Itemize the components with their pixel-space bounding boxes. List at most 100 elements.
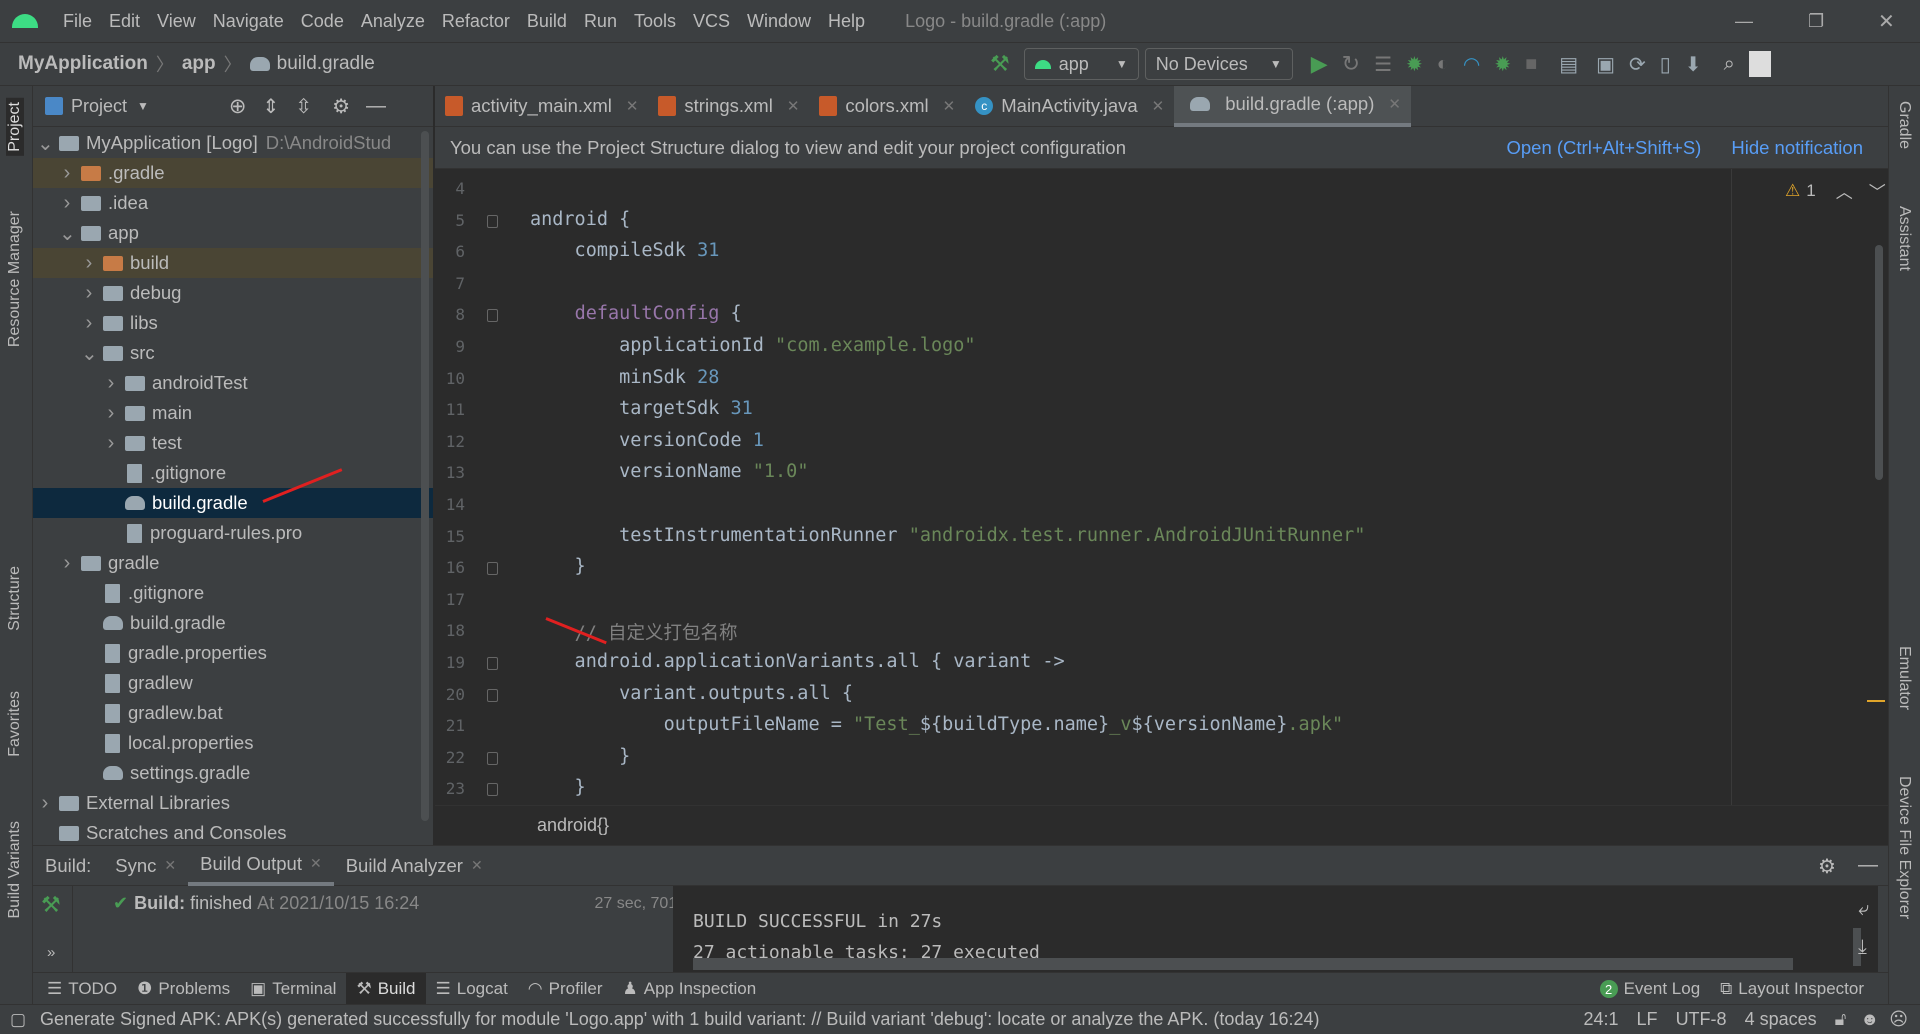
close-button[interactable]: ✕ [1878,9,1895,34]
tree-item[interactable]: build.gradle [33,488,433,518]
stop-icon[interactable]: ■ [1525,53,1537,76]
run-icon[interactable]: ▶ [1311,51,1328,77]
tree-item[interactable]: gradlew [33,668,433,698]
tool-profiler[interactable]: ◠ Profiler [518,973,613,1005]
line-separator[interactable]: LF [1637,1009,1658,1030]
hide-icon[interactable]: — [366,95,386,118]
device-select[interactable]: No Devices ▼ [1144,48,1293,80]
project-structure-icon[interactable]: ▤ [1559,52,1578,77]
menu-navigate[interactable]: Navigate [213,11,284,32]
close-tab-icon[interactable]: ✕ [1152,97,1165,115]
sync-gradle-icon[interactable]: ⟳ [1629,52,1646,77]
chevron-right-icon[interactable]: › [59,552,75,575]
tree-item[interactable]: proguard-rules.pro [33,518,433,548]
stripe-emulator[interactable]: Emulator [1895,646,1913,710]
stripe-build-variants[interactable]: Build Variants [6,821,24,919]
menu-tools[interactable]: Tools [634,11,676,32]
status-message[interactable]: Generate Signed APK: APK(s) generated su… [40,1009,1320,1030]
chevron-right-icon[interactable]: › [37,792,53,815]
menu-vcs[interactable]: VCS [693,11,730,32]
minimize-button[interactable]: — [1735,11,1753,32]
build-tab[interactable]: Sync ✕ [103,846,188,886]
editor-tab[interactable]: strings.xml ✕ [648,86,809,127]
stripe-favorites[interactable]: Favorites [6,691,24,757]
gear-icon[interactable]: ⚙ [1818,854,1836,879]
frown-icon[interactable]: ☹ [1889,1009,1908,1030]
close-tab-icon[interactable]: ✕ [943,97,956,115]
close-tab-icon[interactable]: ✕ [164,857,176,874]
previous-highlight-icon[interactable]: ︿ [1836,178,1853,203]
project-view-select[interactable]: Project [71,96,127,117]
sdk-manager-icon[interactable]: ⬇ [1685,52,1702,77]
hide-icon[interactable]: — [1858,854,1878,877]
chevron-right-icon[interactable]: › [59,192,75,215]
tree-item[interactable]: settings.gradle [33,758,433,788]
stripe-assistant[interactable]: Assistant [1895,206,1913,271]
inspection-widget[interactable]: ⚠ 1 ︿ ﹀ [1785,178,1886,203]
smiley-icon[interactable]: ☻ [1860,1009,1879,1030]
menu-window[interactable]: Window [747,11,811,32]
tool-logcat[interactable]: ☰ Logcat [426,973,518,1005]
chevron-right-icon[interactable]: › [103,432,119,455]
build-tree-item[interactable]: ✔ Build: finished At 2021/10/15 16:24 27… [113,893,703,914]
more-icon[interactable]: » [47,944,55,961]
stripe-resource-manager[interactable]: Resource Manager [6,211,24,347]
stripe-device-file-explorer[interactable]: Device File Explorer [1895,776,1913,919]
menu-help[interactable]: Help [828,11,865,32]
menu-refactor[interactable]: Refactor [442,11,510,32]
editor-tab[interactable]: colors.xml ✕ [809,86,965,127]
menu-analyze[interactable]: Analyze [361,11,425,32]
tree-item[interactable]: ⌄ MyApplication [Logo] D:\AndroidStud [33,128,433,158]
device-manager-icon[interactable]: ▯ [1660,52,1671,77]
search-icon[interactable]: ⌕ [1724,53,1735,76]
chevron-right-icon[interactable]: › [59,162,75,185]
breadcrumb-file[interactable]: build.gradle [277,53,375,75]
menu-build[interactable]: Build [527,11,567,32]
chevron-right-icon[interactable]: › [81,312,97,335]
tree-item[interactable]: gradle.properties [33,638,433,668]
chevron-down-icon[interactable]: ⌄ [59,221,76,246]
rerun-icon[interactable]: ↻ [1342,51,1360,77]
lock-icon[interactable]: 🔓︎ [1835,1009,1847,1030]
tree-item[interactable]: local.properties [33,728,433,758]
tree-item[interactable]: › debug [33,278,433,308]
chevron-down-icon[interactable]: ⌄ [37,131,54,156]
close-tab-icon[interactable]: ✕ [626,97,639,115]
editor-tab[interactable]: c MainActivity.java ✕ [965,86,1174,127]
tree-item[interactable]: › gradle [33,548,433,578]
warning-stripe-mark[interactable] [1867,700,1885,702]
editor-tab[interactable]: build.gradle (:app) ✕ [1174,86,1411,127]
tree-item[interactable]: › androidTest [33,368,433,398]
breadcrumb-project[interactable]: MyApplication [18,53,148,75]
chevron-down-icon[interactable]: ⌄ [81,341,98,366]
tree-item[interactable]: Scratches and Consoles [33,818,433,844]
menu-code[interactable]: Code [301,11,344,32]
tree-item[interactable]: gradlew.bat [33,698,433,728]
gear-icon[interactable]: ⚙ [332,94,350,119]
hammer-icon[interactable]: ⚒ [990,51,1010,77]
tree-item[interactable]: ⌄ src [33,338,433,368]
chevron-right-icon[interactable]: › [81,282,97,305]
build-tab[interactable]: Build Analyzer ✕ [334,846,495,886]
attach-debugger-icon[interactable]: ✹ [1494,52,1511,77]
project-scrollbar[interactable] [421,131,429,821]
tool-build[interactable]: ⚒ Build [346,973,426,1005]
toggle-tool-windows-icon[interactable]: ▢ [10,1010,26,1030]
tree-item[interactable]: › test [33,428,433,458]
tree-item[interactable]: › build [33,248,433,278]
fold-marker-icon[interactable] [487,214,498,228]
chevron-right-icon[interactable]: › [103,372,119,395]
close-tab-icon[interactable]: ✕ [1388,95,1401,113]
hide-notification-link[interactable]: Hide notification [1731,137,1863,159]
tree-item[interactable]: › External Libraries [33,788,433,818]
fold-marker-icon[interactable] [487,783,498,797]
tool-terminal[interactable]: ▣ Terminal [240,973,346,1005]
build-tab[interactable]: Build Output ✕ [188,846,334,886]
debug-icon[interactable]: ✹ [1406,52,1423,77]
menu-run[interactable]: Run [584,11,617,32]
fold-marker-icon[interactable] [487,562,498,576]
tree-item[interactable]: › .gradle [33,158,433,188]
tree-item[interactable]: › main [33,398,433,428]
hammer-icon[interactable]: ⚒ [41,892,61,918]
stripe-structure[interactable]: Structure [6,566,24,631]
